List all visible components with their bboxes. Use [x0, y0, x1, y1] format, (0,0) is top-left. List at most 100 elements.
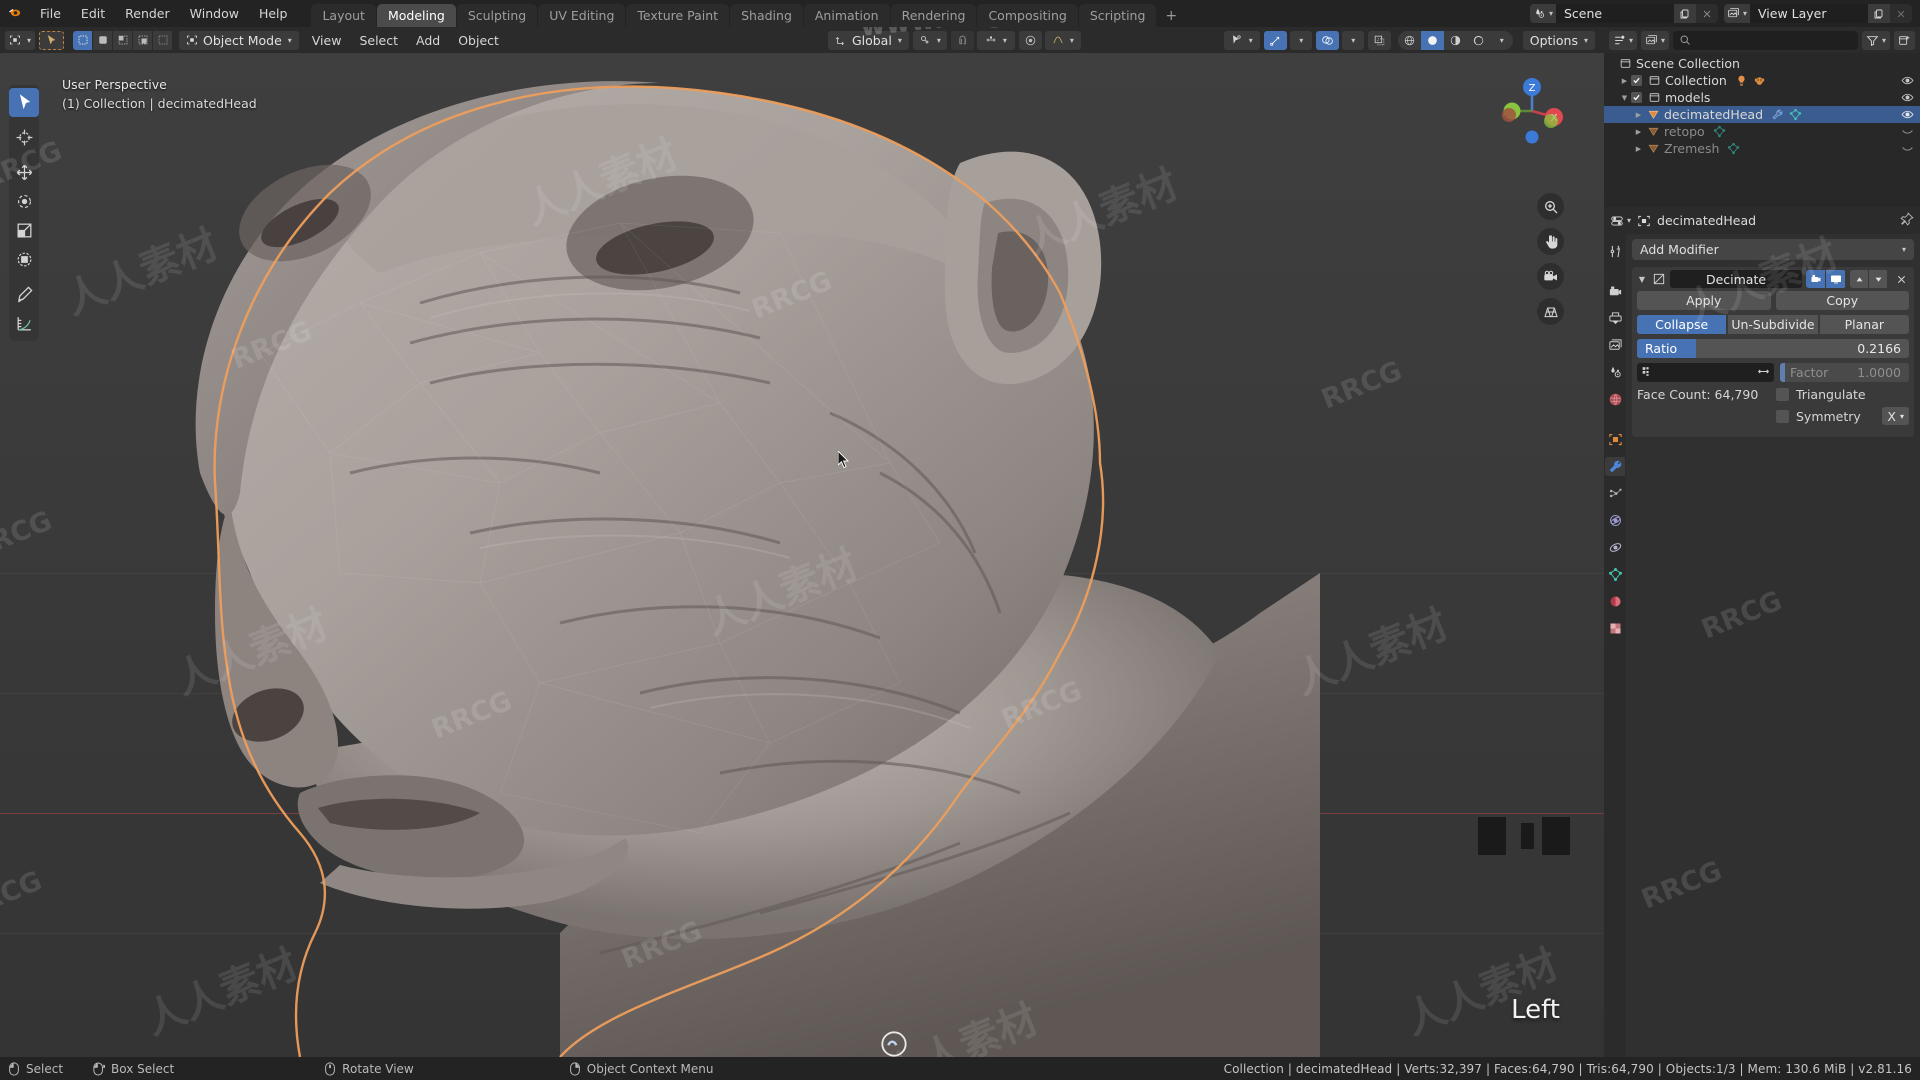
zoom-button[interactable]	[1537, 193, 1564, 220]
tab-object-data[interactable]	[1605, 565, 1625, 584]
shading-wireframe-button[interactable]	[1398, 31, 1421, 50]
viewport-menu-object[interactable]: Object	[449, 30, 508, 50]
select-extend-button[interactable]	[93, 30, 114, 50]
expander-icon[interactable]: ▶	[1632, 128, 1645, 136]
menu-window[interactable]: Window	[180, 4, 249, 24]
editor-type-selector[interactable]: ▾	[5, 30, 36, 50]
remove-scene-button[interactable]	[1696, 4, 1718, 23]
sculpt-mesh-object[interactable]	[0, 53, 1604, 1057]
mode-collapse-button[interactable]: Collapse	[1637, 315, 1727, 334]
options-dropdown[interactable]: Options ▾	[1522, 30, 1595, 50]
tab-animation[interactable]: Animation	[803, 4, 890, 27]
copy-modifier-button[interactable]: Copy	[1775, 291, 1909, 310]
new-view-layer-button[interactable]	[1868, 4, 1890, 23]
outliner-search-input[interactable]	[1673, 30, 1858, 50]
outliner-row-zremesh[interactable]: ▶ Zremesh	[1604, 140, 1920, 157]
visibility-toggle[interactable]	[1901, 142, 1914, 155]
modifier-name-field[interactable]: Decimate	[1670, 270, 1802, 288]
tab-render[interactable]	[1605, 282, 1625, 301]
invert-vertex-group-icon[interactable]	[1757, 365, 1770, 381]
modifier-expander-icon[interactable]: ▼	[1636, 275, 1648, 284]
add-modifier-button[interactable]: Add Modifier ▾	[1632, 239, 1914, 260]
move-modifier-down-button[interactable]	[1869, 270, 1888, 288]
ratio-slider[interactable]: Ratio 0.2166	[1637, 339, 1909, 358]
triangulate-checkbox[interactable]	[1776, 388, 1789, 401]
object-mode-selector[interactable]: Object Mode ▾	[179, 30, 299, 50]
viewport-menu-add[interactable]: Add	[407, 30, 449, 50]
tab-scripting[interactable]: Scripting	[1078, 4, 1157, 27]
cursor-tool-header-button[interactable]	[39, 30, 65, 50]
visibility-toggle[interactable]	[1901, 108, 1914, 121]
move-modifier-up-button[interactable]	[1850, 270, 1869, 288]
snap-pivot-selector[interactable]: ▾	[912, 30, 947, 50]
properties-editor-type-button[interactable]: ▾	[1610, 214, 1631, 228]
expander-icon[interactable]: ▶	[1632, 145, 1645, 153]
navigation-gizmo[interactable]: X Z	[1496, 75, 1568, 147]
tab-constraints[interactable]	[1605, 538, 1625, 557]
symmetry-checkbox[interactable]	[1776, 409, 1789, 423]
overlays-toggle[interactable]	[1315, 30, 1339, 50]
pin-id-button[interactable]	[1900, 212, 1914, 229]
visibility-toggle[interactable]	[1901, 74, 1914, 87]
visibility-toggle[interactable]	[1901, 125, 1914, 138]
outliner-row-collection[interactable]: ▶ Collection	[1604, 72, 1920, 89]
shading-solid-button[interactable]	[1420, 30, 1444, 50]
tab-compositing[interactable]: Compositing	[977, 4, 1078, 27]
collection-checkbox[interactable]	[1631, 75, 1642, 86]
tab-sculpting[interactable]: Sculpting	[456, 4, 538, 27]
pan-button[interactable]	[1537, 228, 1564, 255]
overlay-options-selector[interactable]: ▾	[1341, 30, 1364, 50]
tool-transform[interactable]	[9, 245, 39, 274]
tab-modifiers[interactable]	[1605, 457, 1625, 476]
tab-output[interactable]	[1605, 309, 1625, 328]
tab-shading[interactable]: Shading	[730, 4, 803, 27]
transform-orientation-selector[interactable]: Global ▾	[827, 30, 909, 50]
tab-physics[interactable]	[1605, 511, 1625, 530]
tab-modeling[interactable]: Modeling	[376, 4, 456, 27]
menu-edit[interactable]: Edit	[71, 4, 115, 24]
symmetry-row[interactable]: Symmetry X ▾	[1776, 407, 1909, 425]
menu-help[interactable]: Help	[249, 4, 298, 24]
blender-logo-icon[interactable]	[0, 0, 30, 27]
tool-move[interactable]	[9, 158, 39, 187]
tab-object[interactable]	[1605, 430, 1625, 449]
proportional-falloff-selector[interactable]: ▾	[1044, 30, 1081, 50]
outliner-row-scene-collection[interactable]: Scene Collection	[1604, 55, 1920, 72]
menu-file[interactable]: File	[30, 4, 71, 24]
tab-layout[interactable]: Layout	[311, 4, 376, 27]
tab-view-layer[interactable]	[1605, 336, 1625, 355]
outliner-row-retopo[interactable]: ▶ retopo	[1604, 123, 1920, 140]
vertex-group-field[interactable]	[1637, 363, 1774, 382]
delete-modifier-button[interactable]	[1892, 270, 1910, 288]
tab-texture-paint[interactable]: Texture Paint	[626, 4, 730, 27]
tab-world[interactable]	[1605, 390, 1625, 409]
tab-uv-editing[interactable]: UV Editing	[538, 4, 626, 27]
camera-view-button[interactable]	[1537, 263, 1564, 290]
add-workspace-button[interactable]: +	[1157, 4, 1185, 27]
viewport-menu-view[interactable]: View	[303, 30, 351, 50]
gizmo-options-selector[interactable]: ▾	[1289, 30, 1312, 50]
proportional-editing-toggle[interactable]	[1018, 30, 1042, 50]
view-layer-selector[interactable]: ▾ View Layer	[1724, 4, 1912, 23]
symmetry-axis-selector[interactable]: X ▾	[1882, 407, 1909, 425]
tab-material[interactable]	[1605, 592, 1625, 611]
select-subtract-button[interactable]	[113, 30, 134, 50]
render-visibility-toggle[interactable]	[1806, 270, 1826, 288]
visibility-selector[interactable]: ▾	[1223, 30, 1260, 50]
apply-modifier-button[interactable]: Apply	[1637, 291, 1771, 310]
tab-tool[interactable]	[1605, 242, 1625, 261]
expander-icon[interactable]: ▶	[1618, 77, 1631, 85]
3d-viewport[interactable]: User Perspective (1) Collection | decima…	[0, 53, 1604, 1057]
new-scene-button[interactable]	[1674, 4, 1696, 23]
select-invert-button[interactable]	[133, 30, 154, 50]
tool-scale[interactable]	[9, 216, 39, 245]
toggle-perspective-button[interactable]	[1537, 298, 1564, 325]
snap-target-selector[interactable]: ▾	[976, 30, 1015, 50]
shading-options-selector[interactable]: ▾	[1490, 31, 1513, 50]
expander-icon[interactable]: ▼	[1618, 94, 1631, 102]
shading-rendered-button[interactable]	[1467, 31, 1490, 50]
tab-texture[interactable]	[1605, 619, 1625, 638]
remove-view-layer-button[interactable]	[1890, 4, 1912, 23]
viewport-menu-select[interactable]: Select	[350, 30, 407, 50]
tool-tweak[interactable]	[9, 88, 39, 117]
